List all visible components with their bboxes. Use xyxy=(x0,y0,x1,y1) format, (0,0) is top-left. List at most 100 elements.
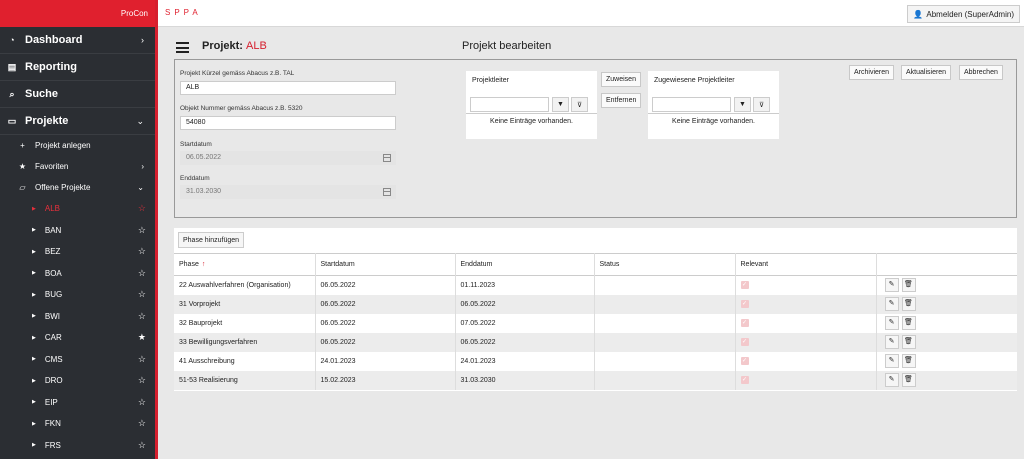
sidebar-item-reporting[interactable]: ▤ Reporting xyxy=(0,54,158,81)
column-header-startdatum[interactable]: Startdatum xyxy=(314,253,455,276)
cell-relevant: ✓ xyxy=(734,313,876,333)
sidebar-item-projekt-anlegen[interactable]: + Projekt anlegen xyxy=(0,135,158,156)
filter-clear-icon[interactable]: ⊽ xyxy=(753,97,770,112)
sidebar-item-dashboard[interactable]: ◔ Dashboard › xyxy=(0,27,158,54)
main-content: Projekt: ALB Projekt bearbeiten Projekt … xyxy=(158,27,1024,459)
assigned-filter-input[interactable] xyxy=(652,97,731,112)
cell-status xyxy=(593,351,735,371)
archive-button[interactable]: Archivieren xyxy=(849,65,895,80)
page-heading: Projekt bearbeiten xyxy=(462,40,552,52)
enddatum-input[interactable]: 31.03.2030 xyxy=(180,185,396,199)
nummer-input[interactable]: 54080 xyxy=(180,116,396,130)
star-icon: ★ xyxy=(18,162,27,171)
remove-button[interactable]: Entfernen xyxy=(601,93,642,108)
star-outline-icon[interactable]: ☆ xyxy=(138,418,146,429)
trash-icon[interactable]: 🗑 xyxy=(901,316,916,330)
sidebar-project-bez[interactable]: ▶ BEZ ☆ xyxy=(0,241,158,263)
table-row[interactable]: 31 Vorprojekt 06.05.2022 06.05.2022 ✓ ✎ 🗑 xyxy=(174,294,1017,314)
star-outline-icon[interactable]: ☆ xyxy=(138,440,146,451)
sidebar-item-projekte[interactable]: ▭ Projekte ⌄ xyxy=(0,108,158,135)
menu-toggle-icon[interactable] xyxy=(176,42,189,53)
trash-icon[interactable]: 🗑 xyxy=(901,278,916,293)
sidebar-project-eip[interactable]: ▶ EIP ☆ xyxy=(0,392,158,414)
document-icon: ▤ xyxy=(7,61,17,72)
star-filled-icon[interactable]: ★ xyxy=(138,332,146,343)
star-outline-icon[interactable]: ☆ xyxy=(138,203,146,214)
cell-status xyxy=(593,332,735,352)
add-phase-button[interactable]: Phase hinzufügen xyxy=(178,232,245,248)
table-row[interactable]: 41 Ausschreibung 24.01.2023 24.01.2023 ✓ ✎ 🗑 xyxy=(174,351,1017,371)
filter-icon[interactable]: ▼ xyxy=(552,97,569,112)
column-header-phase[interactable]: Phase ↑ xyxy=(174,254,315,276)
sidebar-project-fkn[interactable]: ▶ FKN ☆ xyxy=(0,413,158,435)
sidebar-project-bwi[interactable]: ▶ BWI ☆ xyxy=(0,306,158,328)
caret-right-icon: ▶ xyxy=(32,205,36,212)
sidebar-item-suche[interactable]: ⌕ Suche xyxy=(0,81,158,108)
sidebar-item-offene-projekte[interactable]: ▱ Offene Projekte ⌄ xyxy=(0,177,158,198)
table-row[interactable]: 32 Bauprojekt 06.05.2022 07.05.2022 ✓ ✎ 🗑 xyxy=(174,313,1017,333)
star-outline-icon[interactable]: ☆ xyxy=(138,225,146,236)
sidebar-project-cms[interactable]: ▶ CMS ☆ xyxy=(0,349,158,371)
edit-icon[interactable]: ✎ xyxy=(884,278,899,293)
logout-button[interactable]: 👤 Abmelden (SuperAdmin) xyxy=(907,5,1020,23)
sidebar-project-ban[interactable]: ▶ BAN ☆ xyxy=(0,220,158,242)
calendar-icon[interactable] xyxy=(383,188,391,196)
filter-clear-icon[interactable]: ⊽ xyxy=(571,97,588,112)
edit-icon[interactable]: ✎ xyxy=(884,316,899,330)
sidebar-project-frs[interactable]: ▶ FRS ☆ xyxy=(0,435,158,457)
table-row[interactable]: 51-53 Realisierung 15.02.2023 31.03.2030 ✓ ✎… xyxy=(174,370,1017,390)
relevant-checkbox[interactable]: ✓ xyxy=(740,319,749,327)
edit-icon[interactable]: ✎ xyxy=(884,297,899,311)
sidebar-project-alb[interactable]: ▶ ALB ☆ xyxy=(0,198,158,220)
star-outline-icon[interactable]: ☆ xyxy=(138,311,146,322)
column-header-relevant[interactable]: Relevant xyxy=(734,253,876,276)
sidebar-project-dro[interactable]: ▶ DRO ☆ xyxy=(0,370,158,392)
relevant-checkbox[interactable]: ✓ xyxy=(740,338,749,346)
trash-icon[interactable]: 🗑 xyxy=(901,335,916,349)
phases-table: Phase ↑ Startdatum Enddatum Status Releva… xyxy=(174,253,1017,390)
assign-button[interactable]: Zuweisen xyxy=(601,72,641,87)
star-outline-icon[interactable]: ☆ xyxy=(138,375,146,386)
column-header-actions xyxy=(875,253,1017,276)
brand-label: ProCon xyxy=(0,0,158,27)
kurzel-input[interactable]: ALB xyxy=(180,81,396,95)
column-header-enddatum[interactable]: Enddatum xyxy=(454,253,594,276)
project-label: BOA xyxy=(44,268,62,278)
edit-icon[interactable]: ✎ xyxy=(884,354,899,368)
cell-relevant: ✓ xyxy=(734,370,876,390)
sidebar-project-boa[interactable]: ▶ BOA ☆ xyxy=(0,263,158,285)
projektleiter-filter-input[interactable] xyxy=(470,97,549,112)
relevant-checkbox[interactable]: ✓ xyxy=(740,281,749,290)
sidebar-project-bug[interactable]: ▶ BUG ☆ xyxy=(0,284,158,306)
caret-right-icon: ▶ xyxy=(32,420,36,427)
star-outline-icon[interactable]: ☆ xyxy=(138,354,146,365)
trash-icon[interactable]: 🗑 xyxy=(901,297,916,311)
cell-actions: ✎ 🗑 xyxy=(875,294,1017,314)
filter-icon[interactable]: ▼ xyxy=(734,97,751,112)
sidebar-item-favoriten[interactable]: ★ Favoriten › xyxy=(0,156,158,177)
sidebar-project-car[interactable]: ▶ CAR ★ xyxy=(0,327,158,349)
star-outline-icon[interactable]: ☆ xyxy=(138,268,146,279)
column-header-status[interactable]: Status xyxy=(593,253,735,276)
cancel-button[interactable]: Abbrechen xyxy=(959,65,1003,80)
refresh-button[interactable]: Aktualisieren xyxy=(901,65,952,80)
calendar-icon[interactable] xyxy=(383,154,391,162)
table-row[interactable]: 33 Bewilligungsverfahren 06.05.2022 06.05.… xyxy=(174,332,1017,352)
relevant-checkbox[interactable]: ✓ xyxy=(740,357,749,365)
cell-status xyxy=(593,370,735,390)
trash-icon[interactable]: 🗑 xyxy=(901,354,916,368)
star-outline-icon[interactable]: ☆ xyxy=(138,397,146,408)
trash-icon[interactable]: 🗑 xyxy=(901,373,916,387)
cell-enddatum: 07.05.2022 xyxy=(454,313,594,333)
edit-icon[interactable]: ✎ xyxy=(884,335,899,349)
table-row[interactable]: 22 Auswahlverfahren (Organisation) 06.05.… xyxy=(174,275,1017,295)
caret-right-icon: ▶ xyxy=(32,227,36,234)
edit-icon[interactable]: ✎ xyxy=(884,373,899,387)
star-outline-icon[interactable]: ☆ xyxy=(138,246,146,257)
divider xyxy=(648,113,779,114)
page-title-prefix: Projekt: xyxy=(202,40,243,52)
relevant-checkbox[interactable]: ✓ xyxy=(740,300,749,308)
startdatum-input[interactable]: 06.05.2022 xyxy=(180,151,396,165)
relevant-checkbox[interactable]: ✓ xyxy=(740,376,749,384)
star-outline-icon[interactable]: ☆ xyxy=(138,289,146,300)
